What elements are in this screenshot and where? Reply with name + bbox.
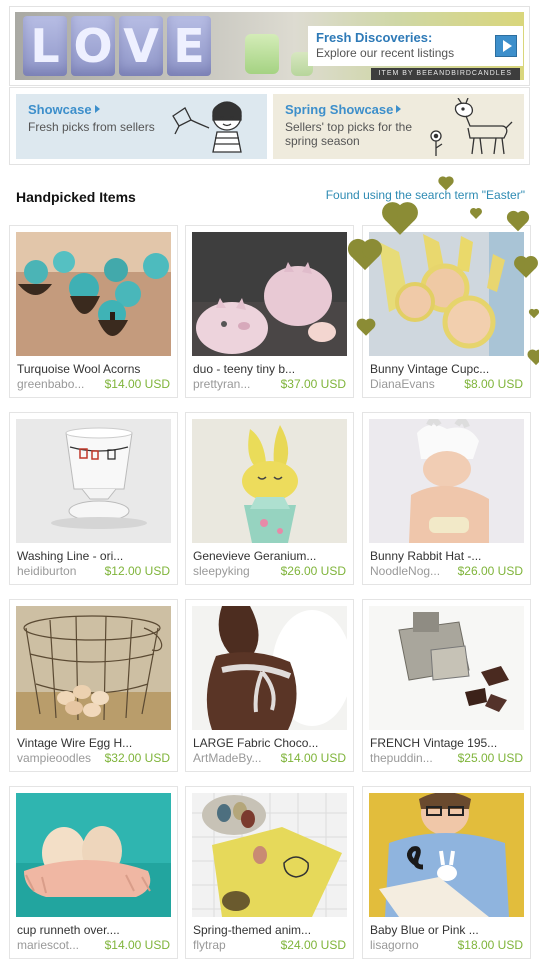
love-letter-block: O: [71, 16, 115, 76]
product-title[interactable]: LARGE Fabric Choco...: [193, 736, 348, 750]
product-seller[interactable]: NoodleNog...: [370, 564, 440, 578]
arrow-right-icon: [396, 105, 402, 113]
product-card[interactable]: Bunny Rabbit Hat -... NoodleNog... $26.0…: [362, 412, 531, 585]
product-seller[interactable]: ArtMadeBy...: [193, 751, 261, 765]
product-price: $32.00 USD: [104, 751, 170, 765]
product-seller[interactable]: thepuddin...: [370, 751, 433, 765]
product-price: $8.00 USD: [464, 377, 523, 391]
deer-with-flower-illustration: [430, 98, 513, 156]
product-title[interactable]: Bunny Rabbit Hat -...: [370, 549, 525, 563]
product-title[interactable]: Vintage Wire Egg H...: [17, 736, 172, 750]
product-seller[interactable]: sleepyking: [193, 564, 250, 578]
love-letter-block: L: [23, 16, 67, 76]
product-price: $14.00 USD: [280, 751, 346, 765]
fresh-discoveries-subtitle: Explore our recent listings: [316, 46, 455, 60]
product-card[interactable]: cup runneth over.... mariescot... $14.00…: [9, 786, 178, 959]
love-letter-block: V: [119, 16, 163, 76]
girl-with-kite-illustration: [172, 101, 242, 153]
product-image-eggs-in-hands[interactable]: [16, 793, 171, 917]
product-price: $26.00 USD: [280, 564, 346, 578]
product-image-wire-egg-basket[interactable]: [16, 606, 171, 730]
product-title[interactable]: Spring-themed anim...: [193, 923, 348, 937]
hero-banner-frame: L O V E Fresh Discoveries: Explore our r…: [9, 6, 530, 86]
fresh-discoveries-title[interactable]: Fresh Discoveries:: [316, 30, 515, 45]
product-title[interactable]: FRENCH Vintage 195...: [370, 736, 525, 750]
product-price: $14.00 USD: [104, 377, 170, 391]
product-card[interactable]: duo - teeny tiny b... prettyran... $37.0…: [185, 225, 354, 398]
product-price: $18.00 USD: [457, 938, 523, 952]
product-image-geranium-bunny[interactable]: [192, 419, 347, 543]
product-title[interactable]: Bunny Vintage Cupc...: [370, 362, 525, 376]
product-price: $37.00 USD: [280, 377, 346, 391]
product-card[interactable]: Spring-themed anim... flytrap $24.00 USD: [185, 786, 354, 959]
product-card[interactable]: Washing Line - ori... heidiburton $12.00…: [9, 412, 178, 585]
product-image-baby-bunny-shirt[interactable]: [369, 793, 524, 917]
product-title[interactable]: Turquoise Wool Acorns: [17, 362, 172, 376]
product-price: $26.00 USD: [457, 564, 523, 578]
heart-icon: [471, 209, 481, 219]
product-image-wool-acorns[interactable]: [16, 232, 171, 356]
product-title[interactable]: Genevieve Geranium...: [193, 549, 348, 563]
product-title[interactable]: Baby Blue or Pink ...: [370, 923, 525, 937]
candle-cube: [245, 34, 279, 74]
product-card[interactable]: Genevieve Geranium... sleepyking $26.00 …: [185, 412, 354, 585]
showcase-frame: Showcase Fresh picks from sellers Spring…: [9, 87, 530, 165]
product-card[interactable]: Vintage Wire Egg H... vampieoodles $32.0…: [9, 599, 178, 772]
heart-icon: [529, 309, 539, 319]
fresh-discoveries-card[interactable]: Fresh Discoveries: Explore our recent li…: [308, 26, 523, 66]
product-seller[interactable]: DianaEvans: [370, 377, 435, 391]
product-image-pig-duo[interactable]: [192, 232, 347, 356]
search-term-note[interactable]: Found using the search term "Easter": [326, 188, 525, 202]
product-title[interactable]: duo - teeny tiny b...: [193, 362, 348, 376]
product-price: $12.00 USD: [104, 564, 170, 578]
showcase-banner[interactable]: Showcase Fresh picks from sellers: [16, 94, 267, 159]
product-card[interactable]: FRENCH Vintage 195... thepuddin... $25.0…: [362, 599, 531, 772]
product-price: $24.00 USD: [280, 938, 346, 952]
product-seller[interactable]: prettyran...: [193, 377, 250, 391]
product-image-spring-napkins[interactable]: [192, 793, 347, 917]
product-card[interactable]: LARGE Fabric Choco... ArtMadeBy... $14.0…: [185, 599, 354, 772]
product-image-bunny-hat-baby[interactable]: [369, 419, 524, 543]
product-seller[interactable]: greenbabo...: [17, 377, 84, 391]
spring-showcase-banner[interactable]: Spring Showcase Sellers' top picks for t…: [273, 94, 524, 159]
product-title[interactable]: cup runneth over....: [17, 923, 172, 937]
spring-showcase-subtitle: Sellers' top picks for the spring season: [285, 120, 413, 148]
love-letter-block: E: [167, 16, 211, 76]
product-seller[interactable]: vampieoodles: [17, 751, 91, 765]
product-image-washing-line-cup[interactable]: [16, 419, 171, 543]
product-image-fabric-chocolate-bunny[interactable]: [192, 606, 347, 730]
showcase-subtitle: Fresh picks from sellers: [28, 120, 155, 134]
play-arrow-icon[interactable]: [495, 35, 517, 57]
product-image-bunny-cupcake-toppers[interactable]: [369, 232, 524, 356]
product-seller[interactable]: flytrap: [193, 938, 226, 952]
item-credit[interactable]: ITEM BY BEEANDBIRDCANDLES: [370, 68, 520, 80]
section-title: Handpicked Items: [16, 189, 136, 205]
product-card[interactable]: Baby Blue or Pink ... lisagorno $18.00 U…: [362, 786, 531, 959]
product-seller[interactable]: heidiburton: [17, 564, 76, 578]
product-image-french-vintage-mold[interactable]: [369, 606, 524, 730]
product-title[interactable]: Washing Line - ori...: [17, 549, 172, 563]
product-card[interactable]: Bunny Vintage Cupc... DianaEvans $8.00 U…: [362, 225, 531, 398]
product-price: $25.00 USD: [457, 751, 523, 765]
arrow-right-icon: [94, 105, 100, 113]
product-card[interactable]: Turquoise Wool Acorns greenbabo... $14.0…: [9, 225, 178, 398]
product-seller[interactable]: lisagorno: [370, 938, 419, 952]
product-price: $14.00 USD: [104, 938, 170, 952]
hero-banner[interactable]: L O V E Fresh Discoveries: Explore our r…: [15, 12, 524, 80]
product-seller[interactable]: mariescot...: [17, 938, 79, 952]
